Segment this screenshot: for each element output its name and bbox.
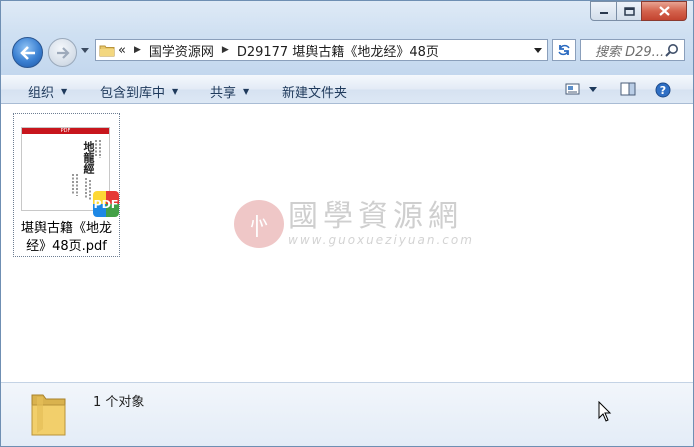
organize-label: 组织 [28,86,55,101]
include-in-library-label: 包含到库中 [100,86,166,101]
chevron-down-icon [81,48,89,53]
back-button[interactable] [12,37,43,68]
minimize-button[interactable] [590,1,617,21]
explorer-window: « ▶ 国学资源网 ▶ D29177 堪舆古籍《地龙经》48页 搜索 D29..… [0,0,694,447]
address-bar[interactable]: « ▶ 国学资源网 ▶ D29177 堪舆古籍《地龙经》48页 [95,39,548,61]
refresh-button[interactable] [552,39,576,61]
folder-icon [96,40,118,60]
close-button[interactable] [641,1,687,21]
chevron-down-icon [534,47,542,53]
new-folder-button[interactable]: 新建文件夹 [282,82,347,101]
view-options-button[interactable] [565,82,597,96]
details-pane: 1 个对象 [1,382,693,446]
chevron-down-icon [589,86,597,92]
help-button[interactable]: ? [655,82,671,98]
watermark-chinese: 國學資源網 [288,199,463,234]
maximize-icon [623,6,635,16]
search-icon[interactable] [665,43,679,57]
seal-logo-icon: 㣺 [234,200,284,248]
file-item[interactable]: PDF 地龍經 PDF 堪舆古籍《地龙 经》48页.pdf [13,113,120,257]
folder-icon [29,389,69,442]
maximize-button[interactable] [616,1,642,21]
chevron-down-icon: ▼ [172,87,179,96]
share-button[interactable]: 共享 ▼ [210,82,249,101]
forward-arrow-icon [56,46,70,59]
include-in-library-button[interactable]: 包含到库中 ▼ [100,82,178,101]
organize-button[interactable]: 组织 ▼ [28,82,67,101]
preview-pane-button[interactable] [620,82,636,96]
item-count: 1 个对象 [93,395,145,410]
preview-pane-icon [620,82,636,96]
breadcrumb-overflow[interactable]: « [118,43,126,58]
file-list-pane[interactable]: PDF 地龍經 PDF 堪舆古籍《地龙 经》48页.pdf 㣺 國學資源網 ww… [1,104,693,382]
file-name[interactable]: 堪舆古籍《地龙 经》48页.pdf [14,220,119,256]
help-icon: ? [655,82,671,98]
window-controls [590,1,687,21]
title-bar: « ▶ 国学资源网 ▶ D29177 堪舆古籍《地龙经》48页 搜索 D29..… [1,1,693,75]
back-arrow-icon [19,45,35,60]
breadcrumb-separator-icon[interactable]: ▶ [222,45,229,55]
chevron-down-icon: ▼ [61,87,68,96]
view-options-icon [565,83,580,95]
breadcrumb-item[interactable]: 国学资源网 [149,41,214,60]
recent-pages-button[interactable] [80,46,90,56]
command-bar: 组织 ▼ 包含到库中 ▼ 共享 ▼ 新建文件夹 ? [1,75,693,104]
breadcrumb-item-current[interactable]: D29177 堪舆古籍《地龙经》48页 [237,41,439,60]
pdf-icon: PDF [93,191,119,217]
watermark: 㣺 國學資源網 www.guoxueziyuan.com [234,200,474,248]
svg-text:?: ? [660,84,666,97]
search-input[interactable]: 搜索 D29... [580,39,685,61]
search-placeholder: 搜索 D29... [595,44,665,60]
watermark-url: www.guoxueziyuan.com [288,233,474,247]
thumbnail-banner: PDF [22,128,109,134]
chevron-down-icon: ▼ [243,87,250,96]
close-icon [658,6,670,16]
file-name-line-2: 经》48页.pdf [26,239,107,254]
file-name-line-1: 堪舆古籍《地龙 [20,221,112,236]
breadcrumb-separator-icon[interactable]: ▶ [134,45,141,55]
refresh-icon [558,44,570,56]
address-dropdown-button[interactable] [531,40,545,60]
cursor-icon [598,401,612,422]
share-label: 共享 [210,86,237,101]
minimize-icon [599,12,608,14]
forward-button[interactable] [48,38,77,67]
new-folder-label: 新建文件夹 [282,86,348,101]
